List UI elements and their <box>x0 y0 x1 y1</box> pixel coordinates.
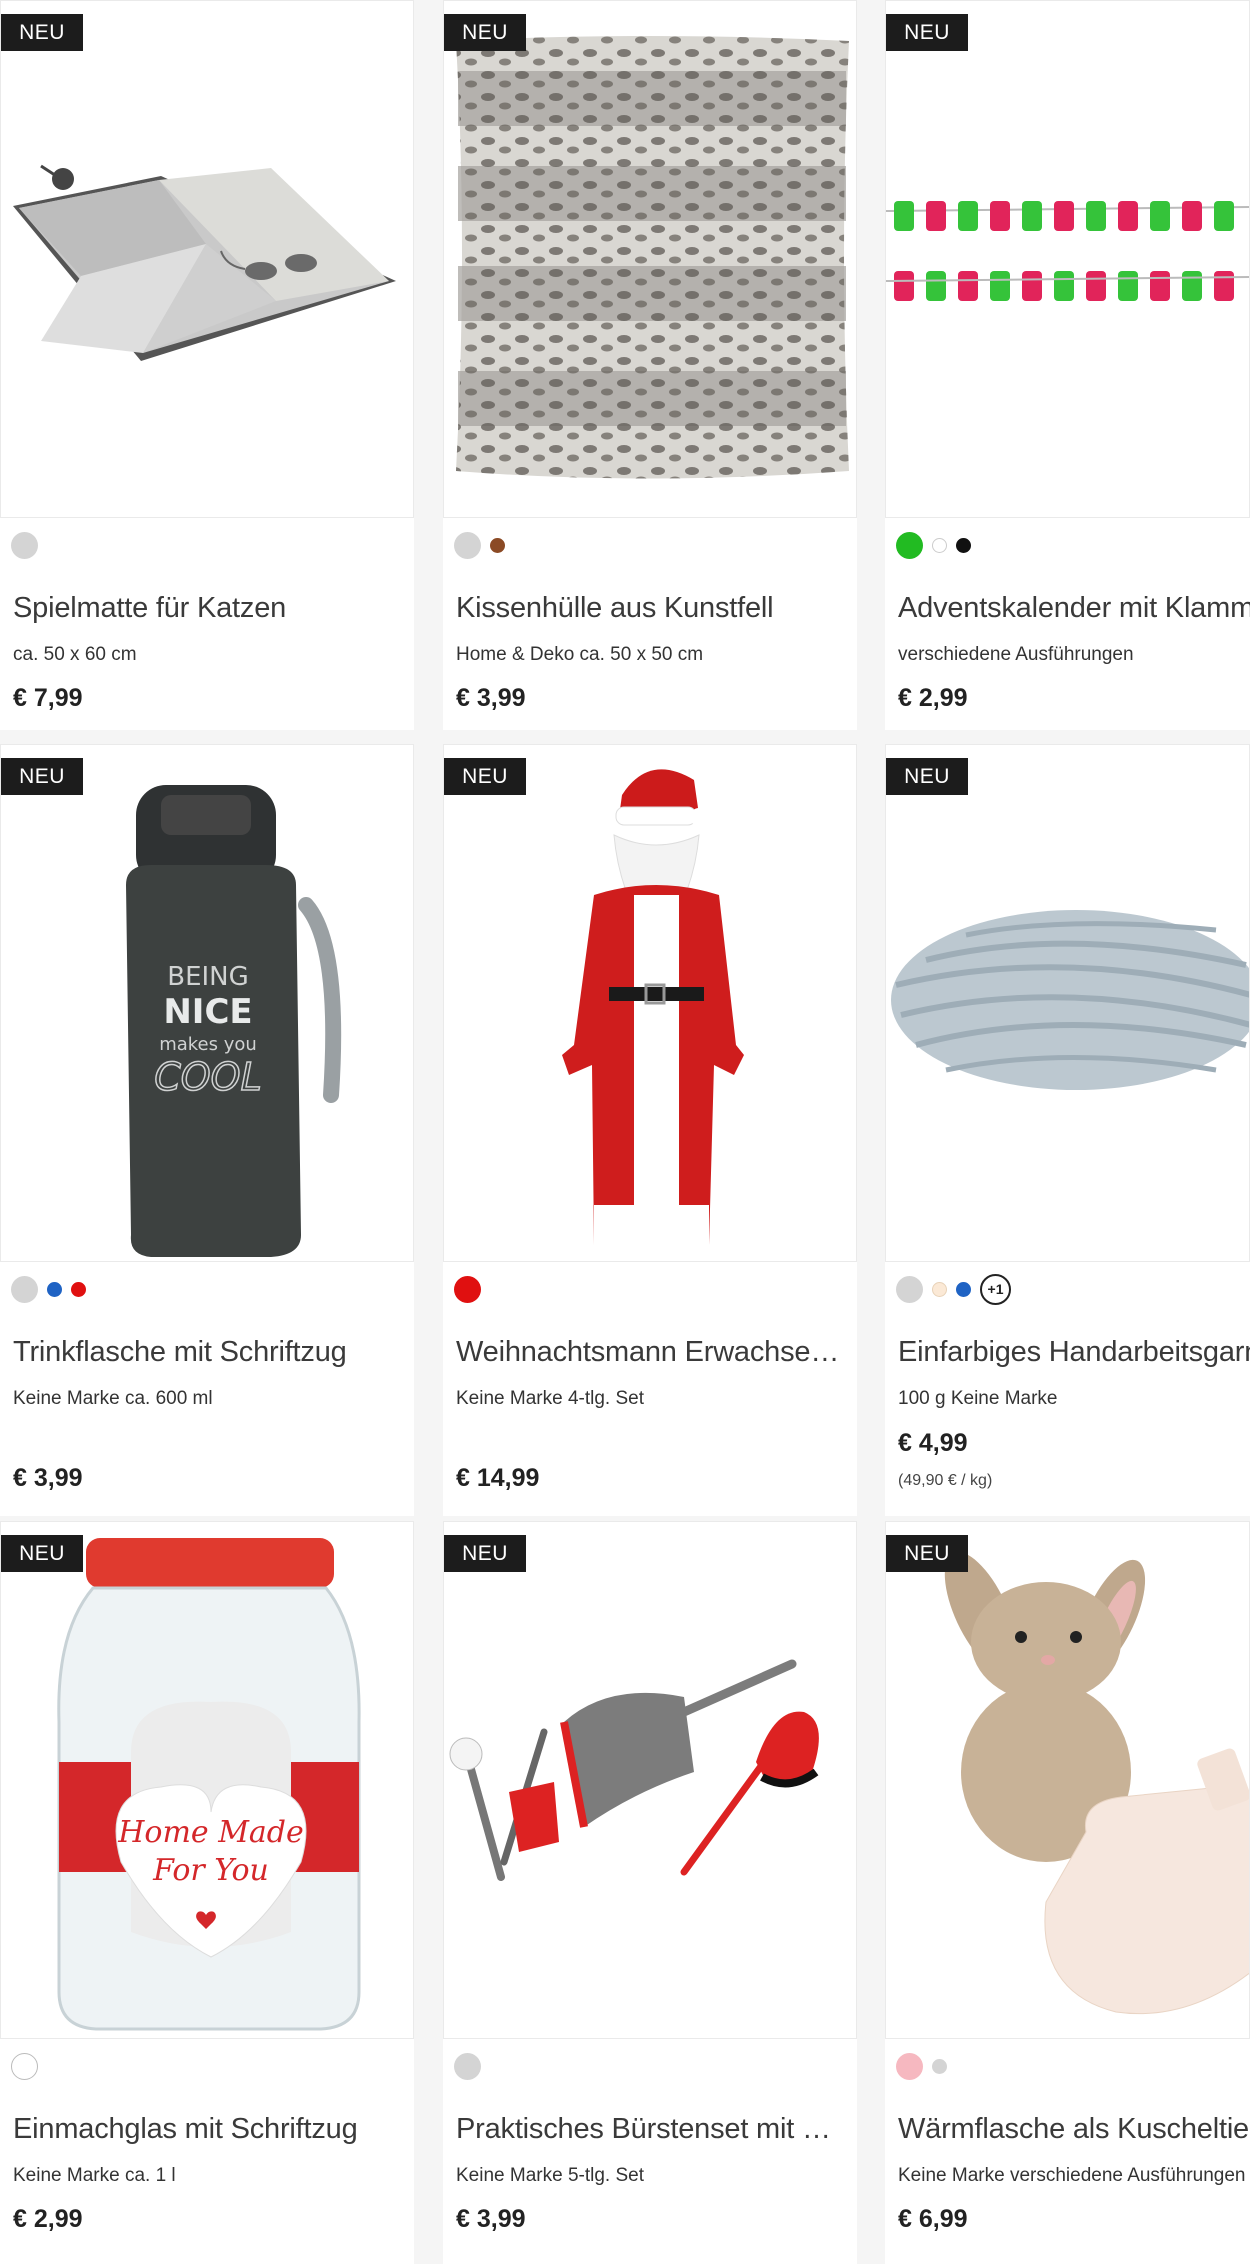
product-price: € 3,99 <box>456 684 526 712</box>
color-swatch[interactable] <box>932 537 947 553</box>
jar-text-line: For You <box>152 1853 269 1888</box>
bottle-text-line: NICE <box>163 992 252 1032</box>
color-swatches <box>454 530 505 560</box>
color-swatches <box>896 530 971 560</box>
color-swatch[interactable] <box>932 1281 947 1297</box>
color-swatches <box>454 1274 481 1304</box>
color-swatch[interactable] <box>47 1281 62 1297</box>
yarn-ball-image[interactable]: NEU <box>885 744 1250 1262</box>
product-title[interactable]: Einmachglas mit Schriftzug <box>13 2113 414 2146</box>
product-price: € 4,99 <box>898 1429 968 1457</box>
color-swatch[interactable] <box>956 537 971 553</box>
product-subtitle: Keine Marke verschiedene Ausführungen <box>898 2165 1246 2186</box>
product-price: € 2,99 <box>898 684 968 712</box>
hot-water-bottle-bunny-image[interactable]: NEU <box>885 1521 1250 2039</box>
new-badge: NEU <box>886 14 968 51</box>
product-subtitle: 100 g Keine Marke <box>898 1388 1058 1409</box>
product-price: € 14,99 <box>456 1464 540 1492</box>
product-title[interactable]: Adventskalender mit Klammern <box>898 592 1250 625</box>
color-swatch[interactable] <box>454 531 481 559</box>
product-card[interactable]: NEU +1 Einfarbiges Handarbeitsgarn 100 g… <box>885 744 1250 1516</box>
product-price: € 6,99 <box>898 2205 968 2233</box>
product-subtitle: Home & Deko ca. 50 x 50 cm <box>456 644 704 665</box>
color-swatches <box>11 2051 38 2081</box>
new-badge: NEU <box>886 758 968 795</box>
bottle-text-line: COOL <box>154 1055 262 1099</box>
product-title[interactable]: Wärmflasche als Kuscheltier <box>898 2113 1250 2146</box>
product-title[interactable]: Weihnachtsmann Erwachsene... <box>456 1336 849 1369</box>
product-card[interactable]: Home Made For You NEU Einmachglas mit Sc… <box>0 1521 414 2264</box>
product-subtitle: Keine Marke 4-tlg. Set <box>456 1388 644 1409</box>
cat-play-mat-image[interactable]: NEU <box>0 0 414 518</box>
drinking-bottle-image[interactable]: BEING NICE makes you COOL NEU <box>0 744 414 1262</box>
color-swatches: +1 <box>896 1273 1011 1305</box>
new-badge: NEU <box>1 758 83 795</box>
color-swatch[interactable] <box>932 2058 947 2074</box>
bottle-text-line: makes you <box>159 1034 257 1055</box>
product-price: € 7,99 <box>13 684 83 712</box>
product-grid: NEU Spielmatte für Katzen ca. 50 x 60 cm… <box>0 0 1250 2264</box>
product-card[interactable]: NEU Adventskalender mit Klammern verschi… <box>885 0 1250 730</box>
product-card[interactable]: NEU Wärmflasche als Kuscheltier Keine Ma… <box>885 1521 1250 2264</box>
color-swatch[interactable] <box>896 1275 923 1303</box>
color-swatch[interactable] <box>11 1275 38 1303</box>
unit-price: (49,90 € / kg) <box>898 1472 993 1489</box>
product-price: € 3,99 <box>456 2205 526 2233</box>
product-title[interactable]: Kissenhülle aus Kunstfell <box>456 592 857 625</box>
color-swatch[interactable] <box>11 531 38 559</box>
color-swatches <box>11 1274 86 1304</box>
product-card[interactable]: NEU Kissenhülle aus Kunstfell Home & Dek… <box>443 0 857 730</box>
product-price: € 3,99 <box>13 1464 83 1492</box>
product-subtitle: ca. 50 x 60 cm <box>13 644 137 665</box>
new-badge: NEU <box>444 1535 526 1572</box>
more-colors-button[interactable]: +1 <box>980 1273 1011 1305</box>
product-price: € 2,99 <box>13 2205 83 2233</box>
color-swatch[interactable] <box>454 2052 481 2080</box>
bottle-text-line: BEING <box>167 962 249 992</box>
color-swatch[interactable] <box>454 1275 481 1303</box>
product-subtitle: verschiedene Ausführungen <box>898 644 1134 665</box>
new-badge: NEU <box>886 1535 968 1572</box>
color-swatch[interactable] <box>490 537 505 553</box>
new-badge: NEU <box>444 758 526 795</box>
color-swatch[interactable] <box>896 531 923 559</box>
product-subtitle: Keine Marke 5-tlg. Set <box>456 2165 644 2186</box>
product-subtitle: Keine Marke ca. 1 l <box>13 2165 176 2186</box>
color-swatch[interactable] <box>71 1281 86 1297</box>
product-subtitle: Keine Marke ca. 600 ml <box>13 1388 213 1409</box>
advent-calendar-clips-image[interactable]: NEU <box>885 0 1250 518</box>
product-title[interactable]: Trinkflasche mit Schriftzug <box>13 1336 414 1369</box>
product-title[interactable]: Praktisches Bürstenset mit Ke... <box>456 2113 849 2146</box>
color-swatch[interactable] <box>11 2052 38 2080</box>
product-card[interactable]: NEU Praktisches Bürstenset mit Ke... Kei… <box>443 1521 857 2264</box>
color-swatch[interactable] <box>956 1281 971 1297</box>
new-badge: NEU <box>1 1535 83 1572</box>
color-swatch[interactable] <box>896 2052 923 2080</box>
preserving-jar-image[interactable]: Home Made For You NEU <box>0 1521 414 2039</box>
product-title[interactable]: Spielmatte für Katzen <box>13 592 414 625</box>
color-swatches <box>11 530 38 560</box>
product-title[interactable]: Einfarbiges Handarbeitsgarn <box>898 1336 1250 1369</box>
fur-cushion-image[interactable]: NEU <box>443 0 857 518</box>
color-swatches <box>454 2051 481 2081</box>
santa-costume-image[interactable]: NEU <box>443 744 857 1262</box>
new-badge: NEU <box>444 14 526 51</box>
product-card[interactable]: BEING NICE makes you COOL NEU Trinkflasc… <box>0 744 414 1516</box>
color-swatches <box>896 2051 947 2081</box>
brush-set-image[interactable]: NEU <box>443 1521 857 2039</box>
new-badge: NEU <box>1 14 83 51</box>
jar-text-line: Home Made <box>117 1815 304 1850</box>
product-card[interactable]: NEU Weihnachtsmann Erwachsene... Keine M… <box>443 744 857 1516</box>
product-card[interactable]: NEU Spielmatte für Katzen ca. 50 x 60 cm… <box>0 0 414 730</box>
